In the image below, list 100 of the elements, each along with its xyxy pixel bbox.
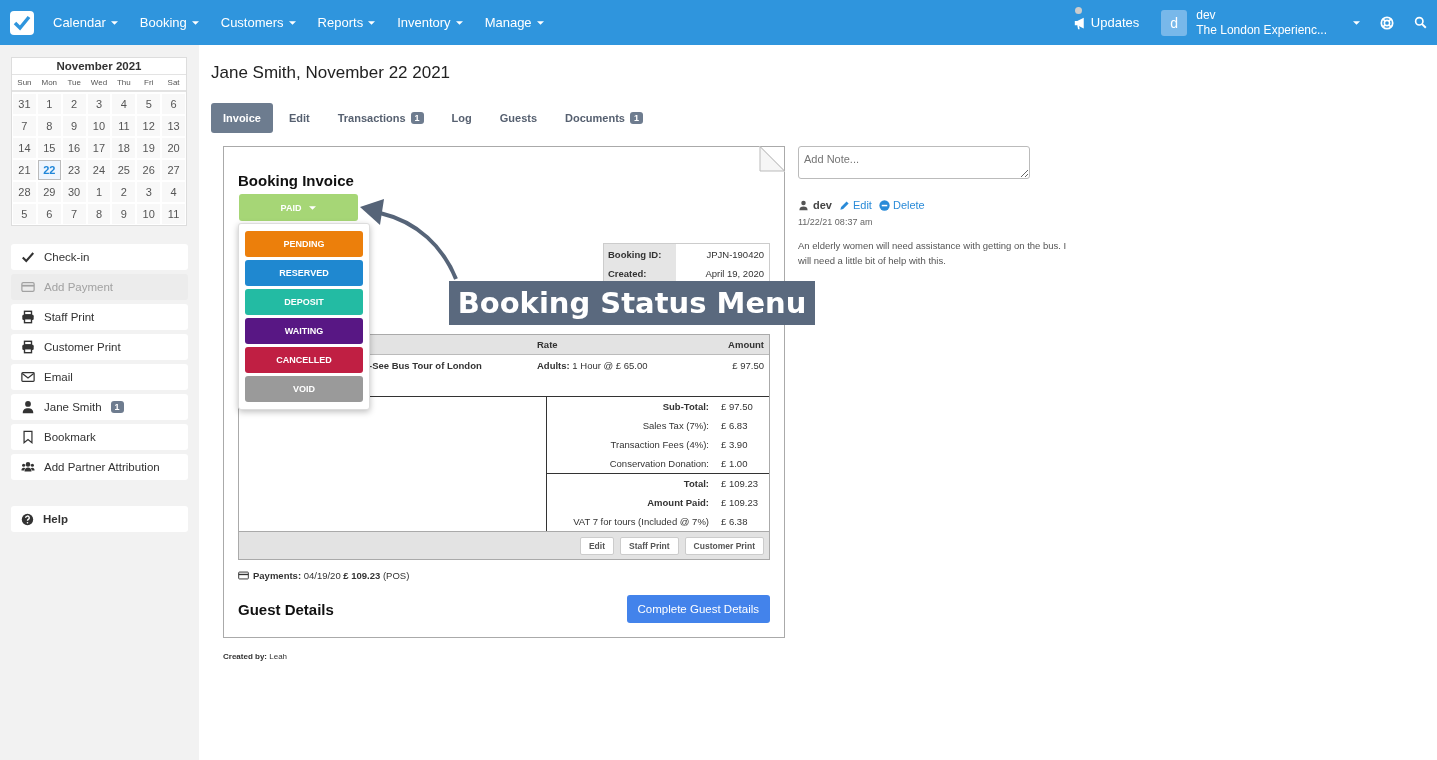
calendar-day[interactable]: 7: [62, 204, 86, 224]
caret-icon: [191, 20, 199, 25]
tab[interactable]: Transactions 1: [325, 103, 436, 133]
add-note-field[interactable]: Add Note...: [798, 146, 1030, 179]
calendar-day[interactable]: 14: [13, 138, 36, 158]
delete-link[interactable]: Delete: [878, 199, 925, 211]
calendar-day[interactable]: 12: [137, 116, 161, 136]
pencil-icon: [838, 199, 850, 211]
invoice-title: Booking Invoice: [238, 172, 355, 189]
calendar-day[interactable]: 9: [112, 204, 136, 224]
check-icon: [21, 250, 35, 264]
field-value: JPJN-190420: [705, 249, 764, 260]
calendar-day[interactable]: 18: [112, 138, 136, 158]
footer-button[interactable]: Edit: [579, 536, 614, 555]
total-label: Total:: [683, 478, 710, 489]
weekday-label: Tue: [66, 78, 82, 87]
credit-card-icon: [21, 280, 35, 294]
calendar-day[interactable]: 9: [62, 116, 86, 136]
calendar-day[interactable]: 19: [137, 138, 161, 158]
field-value: April 19, 2020: [704, 268, 764, 279]
tab[interactable]: Invoice: [211, 103, 273, 133]
calendar-day[interactable]: 3: [137, 182, 161, 202]
calendar-day[interactable]: 11: [162, 204, 185, 224]
calendar-day[interactable]: 10: [137, 204, 161, 224]
calendar-day[interactable]: 1: [37, 94, 61, 114]
tab[interactable]: Documents 1: [553, 103, 655, 133]
calendar-day[interactable]: 7: [13, 116, 36, 136]
user-name: dev: [1196, 7, 1217, 23]
calendar-day[interactable]: 3: [87, 94, 111, 114]
sidebar-action[interactable]: Customer Print: [11, 334, 188, 360]
sidebar-action[interactable]: Staff Print: [11, 304, 188, 330]
envelope-icon: [21, 370, 35, 384]
calendar-day[interactable]: 8: [37, 116, 61, 136]
calendar-day[interactable]: 17: [87, 138, 111, 158]
calendar-day[interactable]: 6: [162, 94, 185, 114]
calendar-day[interactable]: 28: [13, 182, 36, 202]
sidebar-action[interactable]: Check-in: [11, 244, 188, 270]
total-value: £ 3.90: [721, 439, 749, 450]
sidebar-action[interactable]: Email: [11, 364, 188, 390]
sidebar-action[interactable]: Jane Smith 1: [11, 394, 188, 420]
bookmark-icon: [21, 430, 35, 444]
calendar-day[interactable]: 29: [37, 182, 61, 202]
calendar-day[interactable]: 6: [37, 204, 61, 224]
sidebar-action[interactable]: Add Partner Attribution: [11, 454, 188, 480]
calendar-day[interactable]: 11: [112, 116, 136, 136]
help-button[interactable]: Help: [11, 506, 188, 532]
megaphone-icon: [1073, 17, 1087, 30]
calendar-day[interactable]: 21: [13, 160, 36, 180]
calendar-day[interactable]: 8: [87, 204, 111, 224]
calendar-day[interactable]: 27: [162, 160, 185, 180]
total-label: Sales Tax (7%):: [642, 420, 710, 431]
tab[interactable]: Log: [439, 103, 484, 133]
calendar-day[interactable]: 23: [62, 160, 86, 180]
sidebar-action[interactable]: Bookmark: [11, 424, 188, 450]
question-circle-icon: [21, 512, 34, 526]
calendar-day[interactable]: 5: [13, 204, 36, 224]
calendar-day[interactable]: 22: [37, 160, 61, 180]
calendar-day[interactable]: 16: [62, 138, 86, 158]
caret-icon: [110, 20, 118, 25]
tab[interactable]: Edit: [276, 103, 322, 133]
calendar-day[interactable]: 13: [162, 116, 185, 136]
minus-circle-icon: [878, 199, 890, 211]
calendar-day[interactable]: 26: [137, 160, 161, 180]
calendar-day[interactable]: 5: [137, 94, 161, 114]
note-timestamp: 11/22/21 08:37 am: [798, 217, 874, 227]
calendar-day[interactable]: 31: [13, 94, 36, 114]
total-label: Conservation Donation:: [609, 458, 710, 469]
calendar-day[interactable]: 2: [112, 182, 136, 202]
total-label: Amount Paid:: [647, 497, 710, 508]
edit-link[interactable]: Edit: [838, 199, 872, 211]
status-option[interactable]: WAITING: [245, 318, 363, 344]
total-value: £ 109.23: [721, 478, 759, 489]
total-label: Transaction Fees (4%):: [610, 439, 710, 450]
calendar-day[interactable]: 1: [87, 182, 111, 202]
calendar-day[interactable]: 30: [62, 182, 86, 202]
calendar-day[interactable]: 25: [112, 160, 136, 180]
complete-guest-details-button[interactable]: Complete Guest Details: [626, 595, 770, 623]
user-icon: [798, 199, 809, 211]
count-badge: 1: [629, 112, 643, 124]
weekday-label: Wed: [89, 78, 109, 87]
status-option[interactable]: CANCELLED: [245, 347, 363, 373]
footer-button[interactable]: Staff Print: [619, 536, 679, 555]
calendar-day[interactable]: 20: [162, 138, 185, 158]
status-option[interactable]: RESERVED: [245, 260, 363, 286]
table-cell-text: Adults: 1 Hour @ £ 65.00: [537, 360, 649, 371]
calendar-day[interactable]: 4: [162, 182, 185, 202]
tab[interactable]: Guests: [487, 103, 550, 133]
total-label: Sub-Total:: [662, 401, 710, 412]
note-author: dev: [813, 199, 832, 211]
note-text: An elderly women will need assistance with getting on the bus. I will need a little bit of help with this.: [798, 239, 1068, 268]
page-title: Jane Smith, November 22 2021: [211, 63, 452, 83]
calendar-day[interactable]: 2: [62, 94, 86, 114]
calendar-title: November 2021: [12, 58, 186, 75]
calendar-day[interactable]: 4: [112, 94, 136, 114]
section-title: Guest Details: [238, 600, 334, 618]
footer-button[interactable]: Customer Print: [684, 536, 764, 555]
calendar-day[interactable]: 10: [87, 116, 111, 136]
logo-icon[interactable]: [10, 10, 34, 35]
calendar-day[interactable]: 15: [37, 138, 61, 158]
calendar-day[interactable]: 24: [87, 160, 111, 180]
